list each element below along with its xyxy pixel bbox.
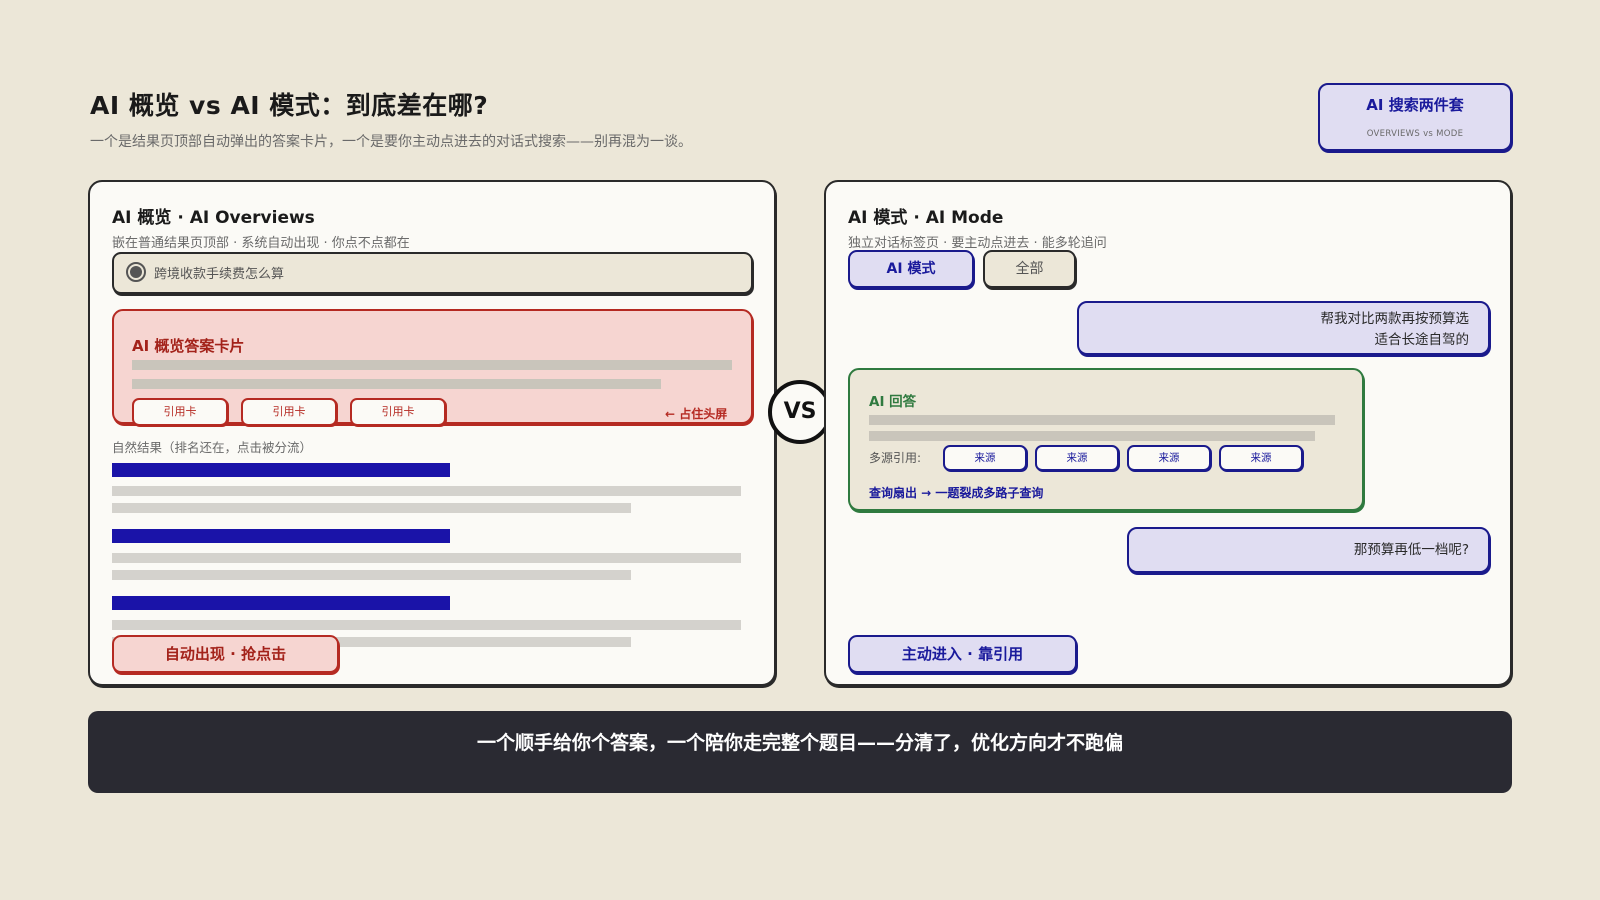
source-chip[interactable]: 来源 (1127, 445, 1211, 471)
answer-text-line (869, 415, 1335, 425)
source-chip[interactable]: 来源 (1219, 445, 1303, 471)
tab-ai-mode[interactable]: AI 模式 (848, 250, 974, 288)
organic-result-snippet (112, 570, 631, 580)
card-text-line (132, 379, 661, 389)
citation-card[interactable]: 引用卡 (241, 398, 337, 426)
vs-badge: VS (768, 380, 832, 444)
ai-overview-card-title: AI 概览答案卡片 (132, 337, 245, 355)
tab-all[interactable]: 全部 (983, 250, 1076, 288)
card-note: ← 占住头屏 (665, 407, 728, 421)
footer-text: 一个顺手给你个答案，一个陪你走完整个题目——分清了，优化方向才不跑偏 (476, 732, 1123, 754)
ai-overviews-subtitle: 嵌在普通结果页顶部 · 系统自动出现 · 你点不点都在 (112, 236, 410, 251)
sources-label: 多源引用: (869, 451, 922, 465)
ai-mode-title: AI 模式 · AI Mode (848, 208, 1004, 228)
organic-results-label: 自然结果（排名还在，点击被分流） (112, 440, 313, 455)
search-query: 跨境收款手续费怎么算 (154, 267, 285, 282)
ai-overviews-title: AI 概览 · AI Overviews (112, 208, 315, 228)
organic-result-snippet (112, 553, 741, 563)
source-chip[interactable]: 来源 (943, 445, 1027, 471)
ai-overviews-tag: 自动出现 · 抢点击 (112, 635, 339, 673)
ai-mode-tag: 主动进入 · 靠引用 (848, 635, 1077, 673)
user-message-bubble: 帮我对比两款再按预算选 适合长途自驾的 (1077, 301, 1490, 355)
organic-result-link[interactable] (112, 596, 450, 610)
organic-result-link[interactable] (112, 529, 450, 543)
organic-result-snippet (112, 503, 631, 513)
answer-text-line (869, 431, 1315, 441)
badge-title: AI 搜索两件套 (1366, 96, 1464, 114)
ai-mode-subtitle: 独立对话标签页 · 要主动点进去 · 能多轮追问 (848, 236, 1107, 251)
card-text-line (132, 360, 732, 370)
page-title: AI 概览 vs AI 模式：到底差在哪? (90, 91, 489, 120)
organic-result-link[interactable] (112, 463, 450, 477)
user-message-line: 帮我对比两款再按预算选 (1320, 311, 1470, 327)
organic-result-snippet (112, 620, 741, 630)
query-fanout-note: 查询扇出 → 一题裂成多路子查询 (869, 486, 1044, 500)
footer-banner: 一个顺手给你个答案，一个陪你走完整个题目——分清了，优化方向才不跑偏 (88, 711, 1512, 793)
source-chip[interactable]: 来源 (1035, 445, 1119, 471)
search-radio-icon (126, 262, 146, 282)
citation-card[interactable]: 引用卡 (132, 398, 228, 426)
badge-subtitle: OVERVIEWS vs MODE (1366, 129, 1464, 139)
user-followup-bubble: 那预算再低一档呢? (1127, 527, 1490, 573)
citation-card[interactable]: 引用卡 (350, 398, 446, 426)
organic-result-snippet (112, 486, 741, 496)
topic-badge: AI 搜索两件套 OVERVIEWS vs MODE (1318, 83, 1512, 151)
user-message-line: 适合长途自驾的 (1374, 332, 1470, 348)
ai-answer-title: AI 回答 (869, 394, 917, 410)
page-subtitle: 一个是结果页顶部自动弹出的答案卡片，一个是要你主动点进去的对话式搜索——别再混为… (90, 134, 692, 150)
